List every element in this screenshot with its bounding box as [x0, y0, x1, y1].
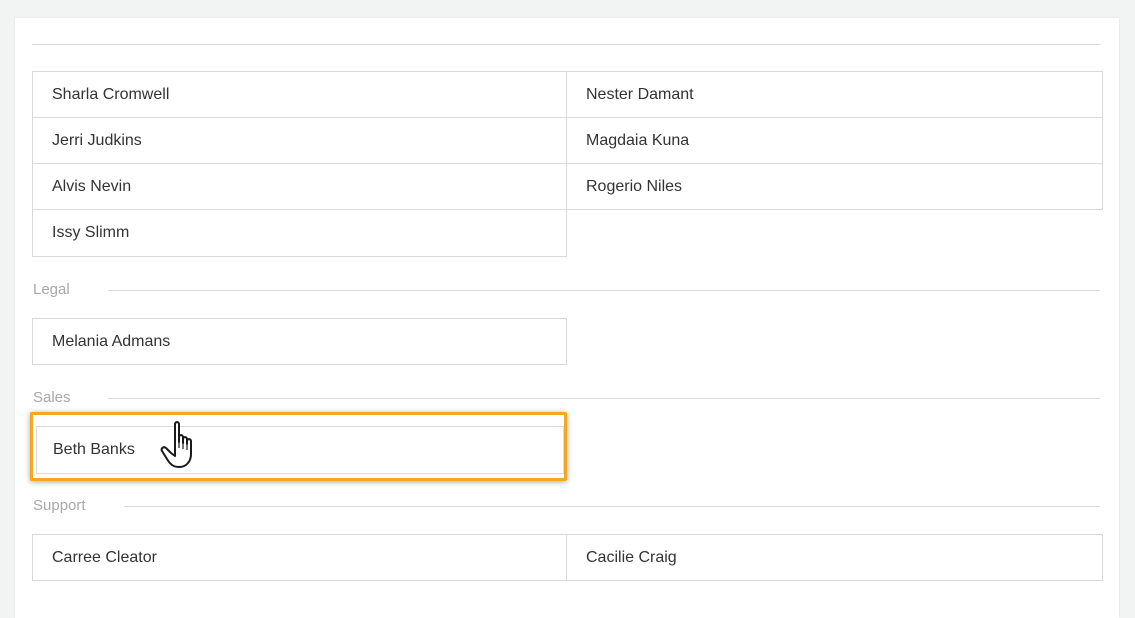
list-item[interactable]: Magdaia Kuna: [567, 118, 1102, 164]
group-list-right: Cacilie Craig: [566, 534, 1103, 581]
hand-pointer-icon: [160, 421, 192, 468]
group-list-right: Nester Damant Magdaia Kuna Rogerio Niles: [566, 71, 1103, 210]
group-header-legal: Legal: [33, 280, 1100, 300]
list-item[interactable]: Carree Cleator: [33, 535, 566, 581]
group-label: Support: [33, 497, 86, 514]
list-item[interactable]: Nester Damant: [567, 72, 1102, 118]
list-item[interactable]: Sharla Cromwell: [33, 72, 566, 118]
list-item[interactable]: Alvis Nevin: [33, 164, 566, 210]
list-item[interactable]: Melania Admans: [33, 319, 566, 365]
group-list-left: Carree Cleator: [32, 534, 567, 581]
list-item[interactable]: Rogerio Niles: [567, 164, 1102, 210]
group-header-support: Support: [33, 496, 1100, 516]
group-divider: [124, 506, 1100, 507]
group-label: Sales: [33, 389, 71, 406]
group-label: Legal: [33, 281, 70, 298]
top-divider: [32, 44, 1101, 45]
group-divider: [108, 398, 1100, 399]
group-header-sales: Sales: [33, 388, 1100, 408]
list-item[interactable]: Issy Slimm: [33, 210, 566, 256]
group-list-left: Melania Admans: [32, 318, 567, 365]
dragged-item-highlight[interactable]: Beth Banks: [30, 412, 567, 481]
list-item[interactable]: Cacilie Craig: [567, 535, 1102, 581]
group-divider: [108, 290, 1100, 291]
list-item[interactable]: Jerri Judkins: [33, 118, 566, 164]
group-list-left: Sharla Cromwell Jerri Judkins Alvis Nevi…: [32, 71, 567, 257]
list-item[interactable]: Beth Banks: [36, 426, 564, 474]
